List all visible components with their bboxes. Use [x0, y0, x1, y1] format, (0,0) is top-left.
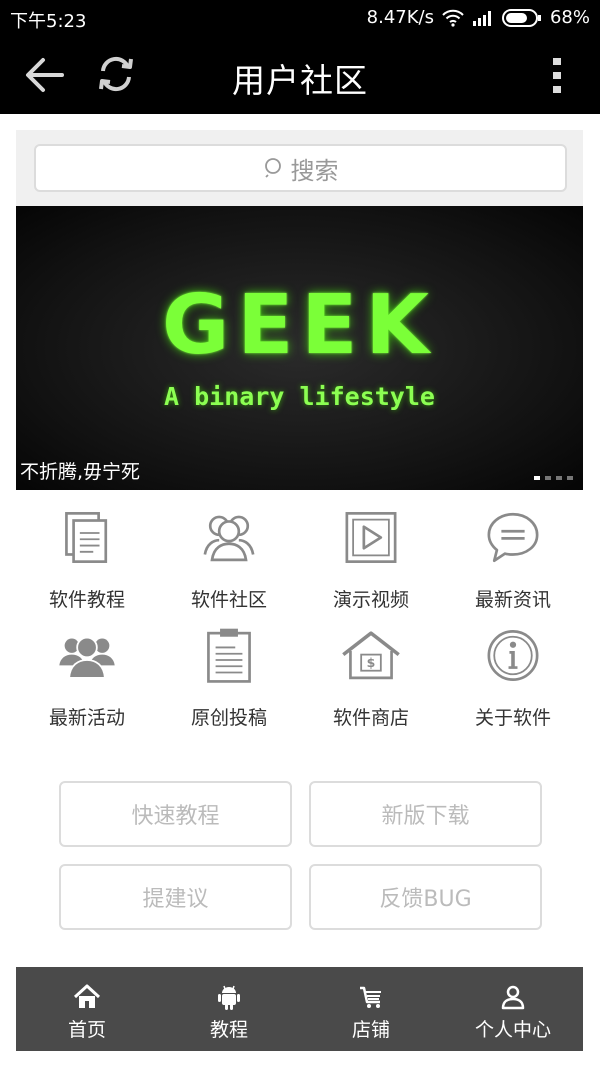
home-icon [73, 984, 101, 1008]
nav-item-home[interactable]: 首页 [16, 967, 158, 1051]
title-bar: 用户社区 [0, 36, 600, 114]
svg-text:$: $ [367, 655, 376, 670]
grid-item-label: 软件社区 [190, 589, 267, 611]
grid-item-label: 软件教程 [48, 589, 125, 611]
video-play-icon [345, 512, 397, 563]
nav-item-profile[interactable]: 个人中心 [442, 967, 584, 1051]
quick-tutorial-button[interactable]: 快速教程 [59, 781, 292, 847]
battery-icon [501, 8, 541, 27]
grid-item-software-store[interactable]: $ 软件商店 [300, 620, 442, 730]
carousel-dot [545, 476, 551, 480]
grid-item-latest-events[interactable]: 最新活动 [16, 620, 158, 730]
nav-item-tutorial[interactable]: 教程 [158, 967, 300, 1051]
more-vertical-icon[interactable] [550, 56, 564, 96]
search-icon [264, 158, 281, 178]
new-download-button[interactable]: 新版下载 [309, 781, 542, 847]
search-area: 搜索 [16, 130, 583, 206]
group-people-icon [59, 636, 115, 679]
suggestion-button[interactable]: 提建议 [59, 864, 292, 930]
search-input[interactable]: 搜索 [34, 144, 567, 192]
store-house-icon: $ [342, 631, 400, 680]
community-people-icon [203, 515, 255, 562]
nav-label: 首页 [67, 1019, 106, 1041]
banner-caption: 不折腾,毋宁死 [20, 461, 141, 483]
carousel-dot [567, 476, 573, 480]
cart-icon [360, 986, 381, 1008]
grid-item-label: 最新资讯 [474, 589, 551, 611]
grid-item-label: 软件商店 [332, 707, 409, 729]
grid-item-software-community[interactable]: 软件社区 [158, 502, 300, 612]
grid-item-demo-video[interactable]: 演示视频 [300, 502, 442, 612]
banner-tagline: A binary lifestyle [164, 382, 435, 411]
document-copy-icon [65, 512, 108, 563]
android-icon [218, 985, 240, 1010]
status-time: 下午5:23 [10, 11, 87, 32]
nav-label: 教程 [209, 1019, 248, 1041]
grid-item-label: 演示视频 [332, 589, 409, 611]
status-right: 8.47K/s 68% [367, 7, 590, 28]
bottom-nav: 首页 教程 店铺 个人中心 [16, 967, 583, 1051]
grid-item-label: 最新活动 [48, 707, 125, 729]
banner-carousel[interactable]: GEEK A binary lifestyle 不折腾,毋宁死 [16, 206, 583, 490]
clipboard-icon [207, 628, 251, 683]
signal-icon [472, 10, 491, 26]
person-icon [501, 985, 525, 1010]
battery-level: 68% [549, 7, 590, 28]
grid-item-latest-news[interactable]: 最新资讯 [442, 502, 584, 612]
chat-bubble-icon [487, 512, 539, 563]
search-placeholder: 搜索 [290, 156, 339, 185]
info-circle-icon [487, 630, 539, 681]
nav-label: 店铺 [351, 1019, 390, 1041]
carousel-indicator [534, 476, 573, 480]
carousel-dot [534, 476, 540, 480]
wifi-icon [442, 9, 464, 27]
grid-item-software-tutorial[interactable]: 软件教程 [16, 502, 158, 612]
carousel-dot [556, 476, 562, 480]
feedback-bug-button[interactable]: 反馈BUG [309, 864, 542, 930]
status-bar: 下午5:23 8.47K/s 68% [0, 0, 600, 36]
grid-item-about-software[interactable]: 关于软件 [442, 620, 584, 730]
nav-label: 个人中心 [474, 1019, 551, 1041]
page-title: 用户社区 [232, 61, 368, 100]
grid-item-label: 原创投稿 [190, 707, 267, 729]
grid-item-label: 关于软件 [474, 707, 551, 729]
nav-item-shop[interactable]: 店铺 [300, 967, 442, 1051]
grid-item-original-post[interactable]: 原创投稿 [158, 620, 300, 730]
banner-headline: GEEK [162, 278, 437, 373]
network-speed: 8.47K/s [366, 7, 434, 28]
